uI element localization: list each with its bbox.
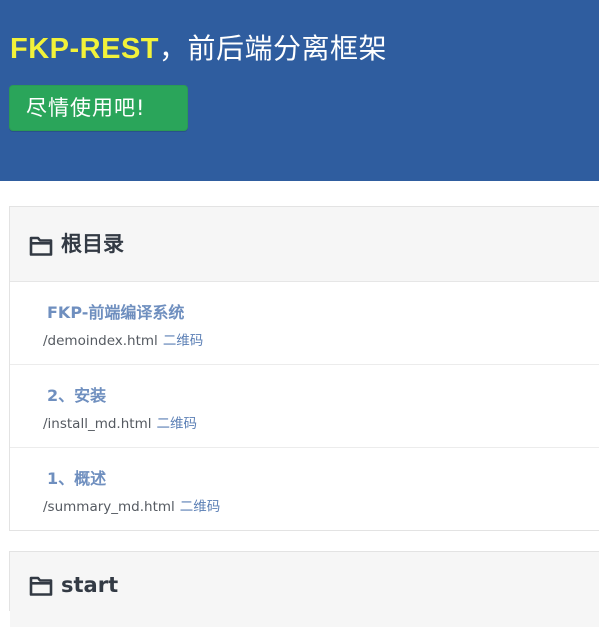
item-path: /summary_md.html [43,499,175,515]
qr-code-link[interactable]: 二维码 [163,333,204,349]
qr-code-link[interactable]: 二维码 [180,499,221,515]
list-item: 1、概述 /summary_md.html 二维码 [10,448,599,531]
item-title-link[interactable]: FKP-前端编译系统 [47,301,184,325]
list-item: FKP-前端编译系统 /demoindex.html 二维码 [10,282,599,365]
list-item: 2、安装 /install_md.html 二维码 [10,365,599,448]
section-start: start [9,551,599,627]
hero-banner: FKP-REST，前后端分离框架 尽情使用吧! [0,0,599,181]
item-meta: /summary_md.html 二维码 [43,498,220,516]
item-title-link[interactable]: 1、概述 [47,467,106,491]
section-header: 根目录 [10,207,599,282]
section-header: start [10,552,599,627]
item-title-link[interactable]: 2、安装 [47,384,106,408]
hero-tagline: ，前后端分离框架 [159,32,388,65]
item-meta: /install_md.html 二维码 [43,415,197,433]
folder-icon [29,576,53,596]
get-started-button[interactable]: 尽情使用吧! [9,85,188,131]
item-path: /install_md.html [43,416,152,432]
item-path: /demoindex.html [43,333,158,349]
item-meta: /demoindex.html 二维码 [43,332,203,350]
qr-code-link[interactable]: 二维码 [156,416,197,432]
folder-icon [29,236,53,256]
brand-name: FKP-REST [10,33,159,65]
section-title: start [61,573,119,597]
section-root: 根目录 FKP-前端编译系统 /demoindex.html 二维码 2、安装 /… [9,206,599,531]
section-title: 根目录 [61,232,124,256]
hero-title: FKP-REST，前后端分离框架 [10,30,387,68]
